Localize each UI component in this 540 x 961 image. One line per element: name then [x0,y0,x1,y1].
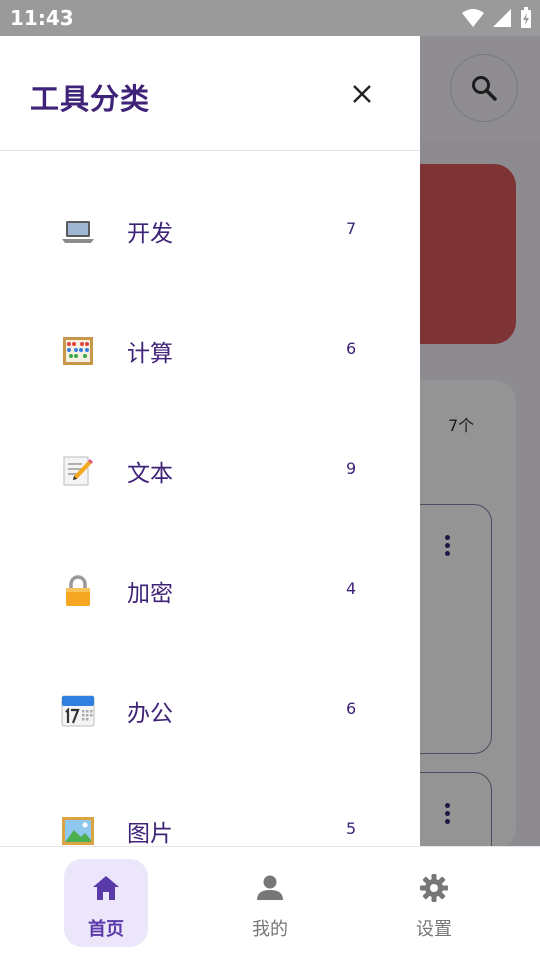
category-item[interactable]: 办公 6 [0,651,420,771]
category-count: 7 [346,219,357,238]
battery-icon [521,7,531,28]
drawer-title: 工具分类 [30,82,151,116]
lock-icon [60,573,96,609]
category-item[interactable]: 计算 6 [0,291,420,411]
memo-icon [60,453,96,489]
home-icon [93,876,119,900]
category-label: 办公 [127,701,173,727]
category-label: 文本 [127,461,173,487]
category-item[interactable]: 开发 7 [0,171,420,291]
nav-label: 设置 [416,919,452,940]
nav-mine[interactable]: 我的 [228,859,312,947]
category-count: 4 [346,579,357,598]
status-icons [462,7,532,29]
picture-icon [60,813,96,846]
category-count: 9 [346,459,357,478]
category-count: 5 [346,819,357,838]
nav-settings[interactable]: 设置 [392,859,476,947]
category-item[interactable]: 图片 5 [0,771,420,846]
close-icon [353,85,371,103]
status-time: 11:43 [10,6,74,30]
nav-home[interactable]: 首页 [64,859,148,947]
close-button[interactable] [344,76,380,112]
laptop-icon [60,213,96,249]
person-icon [257,875,283,900]
nav-label: 我的 [252,919,288,940]
category-label: 加密 [127,581,173,607]
drawer-header: 工具分类 [0,36,420,151]
category-count: 6 [346,339,357,358]
abacus-icon [60,333,96,369]
category-count: 6 [346,699,357,718]
category-label: 计算 [127,341,173,367]
status-bar: 11:43 [0,0,540,36]
category-item[interactable]: 加密 4 [0,531,420,651]
calendar-icon [60,693,96,729]
category-label: 图片 [127,821,173,846]
nav-label: 首页 [88,919,124,940]
category-label: 开发 [127,221,173,247]
settings-icon [420,874,448,902]
category-item[interactable]: 文本 9 [0,411,420,531]
bottom-navigation: 首页 我的 设置 [0,846,540,961]
category-drawer: 工具分类 开发 7 计算 6 文本 9 加密 4 办公 6 图片 5 [0,36,420,846]
wifi-icon [462,9,484,27]
signal-icon [493,9,511,27]
